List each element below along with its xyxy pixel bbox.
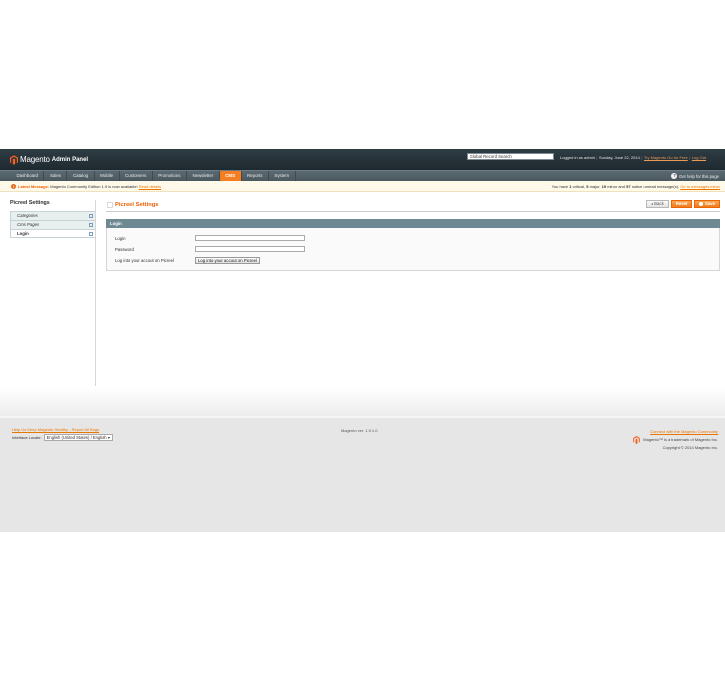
magento-footer-logo-icon bbox=[633, 436, 641, 444]
read-details-link[interactable]: Read details bbox=[139, 184, 161, 189]
nav-item-promotions[interactable]: Promotions bbox=[153, 171, 187, 181]
major-count: 5 bbox=[586, 184, 589, 189]
nav-item-reports[interactable]: Reports bbox=[242, 171, 269, 181]
login-picreel-button[interactable]: Log into your accout on Picreel bbox=[195, 257, 260, 264]
separator: | bbox=[596, 154, 598, 160]
save-button-label: Save bbox=[704, 201, 715, 206]
magento-logo[interactable]: Magento Admin Panel bbox=[10, 154, 88, 165]
help-icon: ? bbox=[671, 173, 678, 179]
sidebar-tab-label: Cms Pages bbox=[17, 222, 40, 227]
admin-page: Magento Admin Panel Logged in as admin |… bbox=[0, 0, 725, 680]
locale-row: Interface Locale: English (United States… bbox=[12, 434, 113, 441]
content-header: Picreel Settings Back Reset Save bbox=[106, 197, 720, 212]
back-button[interactable]: Back bbox=[645, 200, 669, 208]
tab-status-icon bbox=[89, 214, 93, 218]
latest-message: Latest Message: Magento Community Editio… bbox=[18, 184, 161, 189]
back-arrow-icon bbox=[650, 203, 653, 205]
warning-icon: ! bbox=[11, 184, 16, 189]
nav-items: Dashboard Sales Catalog Mobile Customers… bbox=[11, 171, 296, 181]
fieldset-title: Login bbox=[106, 219, 720, 228]
locale-select-value: English (United States) / English bbox=[46, 435, 107, 440]
message-summary: You have 1 critical, 5 major, 19 minor a… bbox=[552, 184, 720, 189]
sidebar-tab-label: Categories bbox=[17, 213, 38, 218]
locale-label: Interface Locale: bbox=[12, 435, 42, 440]
back-button-label: Back bbox=[654, 201, 664, 206]
nav-item-newsletter[interactable]: Newsletter bbox=[187, 171, 220, 181]
tab-status-icon bbox=[89, 223, 93, 227]
logout-link[interactable]: Log Out bbox=[692, 155, 706, 160]
main-nav: Dashboard Sales Catalog Mobile Customers… bbox=[0, 170, 725, 181]
login-fieldset: Login Password Log into your accout on P… bbox=[106, 228, 720, 271]
critical-label: critical, bbox=[572, 184, 586, 189]
footer-band bbox=[0, 388, 725, 418]
try-magento-go-link[interactable]: Try Magento Go for Free bbox=[644, 155, 688, 160]
sidebar: Picreel Settings Categories Cms Pages Lo… bbox=[10, 200, 96, 238]
nav-item-sales[interactable]: Sales bbox=[44, 171, 68, 181]
main-content: Picreel Settings Back Reset Save Login L… bbox=[106, 197, 720, 271]
settings-icon bbox=[107, 202, 113, 208]
nav-item-mobile[interactable]: Mobile bbox=[95, 171, 120, 181]
critical-count: 1 bbox=[569, 184, 572, 189]
login-action-label: Log into your accout on Picreel bbox=[115, 258, 174, 263]
password-input[interactable] bbox=[195, 246, 305, 252]
community-link[interactable]: Connect with the Magento Community bbox=[650, 429, 718, 434]
nav-item-catalog[interactable]: Catalog bbox=[67, 171, 95, 181]
latest-message-label: Latest Message: bbox=[18, 184, 50, 189]
summary-prefix: You have bbox=[551, 184, 569, 189]
sidebar-divider bbox=[95, 200, 96, 386]
separator: | bbox=[641, 154, 643, 160]
page-title: Picreel Settings bbox=[115, 202, 159, 208]
chevron-down-icon: ▾ bbox=[107, 435, 110, 440]
tab-status-icon bbox=[89, 232, 93, 236]
help-link-label: Get help for this page bbox=[678, 173, 719, 179]
sidebar-tab-label: Login bbox=[17, 231, 29, 236]
reset-button[interactable]: Reset bbox=[670, 200, 693, 208]
minor-label: minor and bbox=[607, 184, 625, 189]
form-buttons: Back Reset Save bbox=[645, 200, 720, 208]
nav-item-cms[interactable]: CMS bbox=[219, 171, 242, 181]
minor-count: 19 bbox=[601, 184, 607, 189]
trademark-text: Magento™ is a trademark of Magento Inc. bbox=[643, 437, 718, 442]
footer-left: Help Us Keep Magento Healthy - Report Al… bbox=[12, 427, 113, 441]
login-row: Login bbox=[115, 235, 305, 241]
version-text: Magento ver. 1.9.1.0 bbox=[341, 428, 378, 433]
login-label: Login bbox=[115, 235, 126, 241]
notice-label: notice unread message(s). bbox=[631, 184, 680, 189]
report-bugs-link[interactable]: Help Us Keep Magento Healthy - Report Al… bbox=[12, 427, 99, 432]
trademark-row: Magento™ is a trademark of Magento Inc. bbox=[633, 436, 718, 444]
nav-item-system[interactable]: System bbox=[269, 171, 296, 181]
login-action-row: Log into your accout on Picreel Log into… bbox=[115, 257, 260, 264]
global-search-input[interactable] bbox=[467, 153, 554, 160]
save-button[interactable]: Save bbox=[694, 200, 720, 208]
locale-select[interactable]: English (United States) / English ▾ bbox=[43, 434, 113, 441]
nav-item-dashboard[interactable]: Dashboard bbox=[11, 171, 45, 181]
login-input[interactable] bbox=[195, 235, 305, 241]
sidebar-tab-categories[interactable]: Categories bbox=[10, 211, 96, 220]
sidebar-title: Picreel Settings bbox=[10, 200, 50, 206]
header-links: Logged in as admin | Sunday, June 22, 20… bbox=[560, 154, 706, 160]
date-text: Sunday, June 22, 2014 bbox=[598, 154, 640, 160]
nav-item-customers[interactable]: Customers bbox=[120, 171, 153, 181]
sidebar-tab-cms-pages[interactable]: Cms Pages bbox=[10, 220, 96, 229]
latest-message-text: Magento Community Edition 1.9 is now ava… bbox=[50, 184, 138, 189]
footer-right: Connect with the Magento Community Magen… bbox=[633, 428, 718, 452]
notification-bar: ! Latest Message: Magento Community Edit… bbox=[0, 181, 725, 192]
separator: | bbox=[689, 154, 691, 160]
logo-text: Magento bbox=[20, 155, 50, 164]
sidebar-tab-login[interactable]: Login bbox=[10, 229, 96, 238]
password-row: Password bbox=[115, 246, 305, 252]
notice-count: 57 bbox=[626, 184, 631, 189]
magento-logo-icon bbox=[10, 154, 18, 165]
password-label: Password bbox=[115, 246, 134, 252]
help-link[interactable]: ? Get help for this page bbox=[671, 172, 719, 180]
logged-in-text: Logged in as admin bbox=[560, 154, 595, 160]
logo-subtitle: Admin Panel bbox=[51, 156, 89, 163]
save-icon bbox=[699, 202, 704, 206]
messages-inbox-link[interactable]: Go to messages inbox bbox=[680, 184, 720, 189]
copyright-text: Copyright © 2014 Magento Inc. bbox=[662, 445, 718, 450]
major-label: major, bbox=[589, 184, 601, 189]
reset-button-label: Reset bbox=[675, 201, 688, 206]
